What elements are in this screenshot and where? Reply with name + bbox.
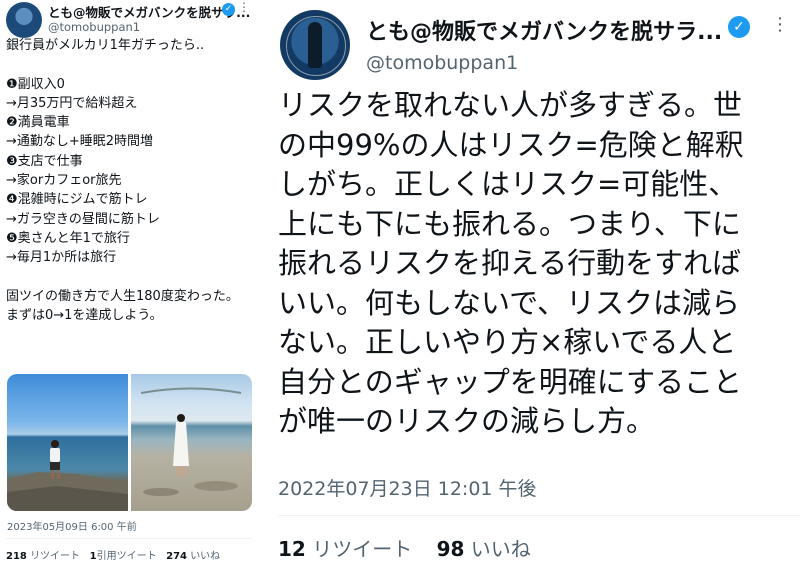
divider (278, 515, 800, 516)
handle[interactable]: @tomobuppan1 (366, 52, 518, 74)
avatar-person (308, 22, 322, 68)
quotes-count: 1 (89, 551, 97, 562)
more-options-icon[interactable]: ⋮ (771, 14, 790, 35)
avatar[interactable] (280, 10, 350, 80)
avatar[interactable] (6, 2, 42, 38)
retweets-label: リツイート (312, 537, 413, 561)
likes-stat[interactable]: 98 いいね (437, 537, 531, 561)
retweets-count: 12 (278, 537, 306, 561)
woman-on-beach-image (140, 387, 242, 496)
tweet-photo-1[interactable] (7, 374, 128, 511)
more-options-icon[interactable]: ⋮ (238, 0, 250, 14)
quotes-stat[interactable]: 1引用ツイート (90, 551, 157, 562)
tweet-photo-2[interactable] (131, 374, 252, 511)
handle[interactable]: @tomobuppan1 (48, 20, 140, 34)
retweets-stat[interactable]: 12 リツイート (278, 537, 412, 561)
quotes-label: 引用ツイート (96, 551, 157, 562)
display-name[interactable]: とも@物販でメガバンクを脱サラ... (48, 2, 250, 21)
likes-label: いいね (190, 551, 221, 562)
right-tweet: とも@物販でメガバンクを脱サラ... ✓ ⋮ @tomobuppan1 リスクを… (266, 0, 800, 565)
likes-count: 98 (436, 537, 465, 561)
verified-badge-icon: ✓ (728, 16, 750, 38)
likes-stat[interactable]: 274 いいね (166, 551, 220, 562)
retweets-label: リツイート (30, 551, 81, 562)
left-tweet: とも@物販でメガバンクを脱サラ... ✓ ⋮ @tomobuppan1 銀行員が… (0, 0, 252, 565)
likes-count: 274 (166, 551, 187, 562)
retweets-count: 218 (6, 551, 27, 562)
panel-divider (252, 0, 266, 565)
likes-label: いいね (470, 537, 531, 561)
divider (6, 538, 252, 539)
tweet-text: リスクを取れない人が多すぎる。世 の中99%の人はリスク=危険と解釈 しがち。正… (278, 88, 744, 438)
tweet-timestamp[interactable]: 2022年07月23日 12:01 午後 (278, 474, 537, 501)
display-name[interactable]: とも@物販でメガバンクを脱サラ... (366, 14, 722, 46)
tweet-text: 銀行員がメルカリ1年ガチったら.. ❶副収入0 →月35万円で給料超え ❷満員電… (6, 38, 239, 324)
verified-badge-icon: ✓ (222, 3, 235, 16)
tweet-stats: 12 リツイート 98 いいね (278, 533, 531, 562)
tweet-timestamp[interactable]: 2023年05月09日 6:00 午前 (7, 518, 137, 533)
tweet-stats: 218 リツイート 1引用ツイート 274 いいね (6, 547, 220, 562)
person-on-rock-image (7, 440, 128, 511)
retweets-stat[interactable]: 218 リツイート (6, 551, 80, 562)
